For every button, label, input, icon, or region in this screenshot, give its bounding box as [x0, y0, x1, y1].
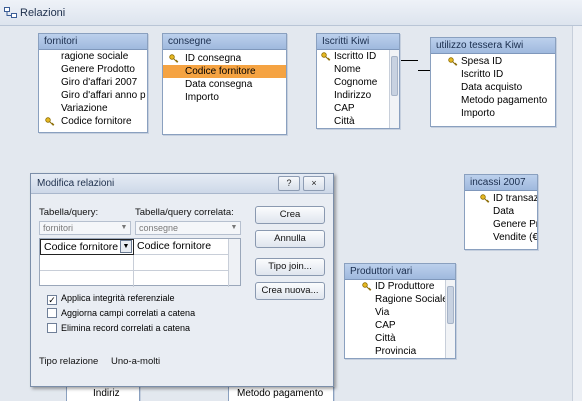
field-row[interactable]: Spesa ID [431, 55, 555, 68]
window-title-bar: Relazioni [0, 0, 582, 26]
key-icon [321, 52, 331, 61]
table-title[interactable]: utilizzo tessera Kiwi [431, 38, 555, 54]
field-row[interactable]: Città [345, 332, 455, 345]
related-table-query-select[interactable]: consegne ▼ [135, 221, 241, 235]
checkbox-checked-icon: ✓ [47, 295, 57, 305]
field-row[interactable]: Iscritto ID [431, 68, 555, 81]
field-row[interactable]: CAP [317, 102, 399, 115]
table-scrollbar[interactable] [445, 280, 455, 358]
field-row[interactable]: Vendite (€ [465, 231, 537, 244]
table-iscritti-kiwi[interactable]: Iscritti Kiwi Iscritto ID Nome Cognome I… [316, 33, 400, 129]
key-icon [169, 54, 179, 63]
field-row[interactable]: Importo [431, 107, 555, 120]
table-fornitori[interactable]: fornitori ragione sociale Genere Prodott… [38, 33, 148, 133]
field-row[interactable]: Importo [163, 91, 286, 104]
table-scrollbar[interactable] [389, 50, 399, 128]
table-title[interactable]: fornitori [39, 34, 147, 50]
relationship-type-value: Uno-a-molti [111, 356, 161, 367]
field-row[interactable]: ID Produttore [345, 280, 455, 293]
edit-relationships-dialog[interactable]: Modifica relazioni ? × Tabella/query: Ta… [30, 173, 334, 387]
chevron-down-icon[interactable]: ▼ [120, 240, 132, 253]
grid-scrollbar[interactable] [228, 239, 240, 285]
field-row[interactable]: Provincia [345, 345, 455, 358]
close-icon: × [311, 178, 317, 188]
empty-cell[interactable] [134, 255, 229, 271]
cascade-delete-checkbox[interactable]: Elimina record correlati a catena [47, 323, 190, 333]
table-title[interactable]: Iscritti Kiwi [317, 34, 399, 50]
checkbox-empty-icon [47, 323, 57, 333]
key-icon [362, 282, 372, 291]
right-field-cell[interactable]: Codice fornitore [134, 239, 229, 255]
table-partial-bottom-right[interactable]: Metodo pagamento [228, 386, 334, 401]
field-row[interactable]: Data acquisto [431, 81, 555, 94]
field-row[interactable]: Codice fornitore [39, 115, 147, 128]
chevron-down-icon: ▼ [230, 224, 238, 231]
field-row[interactable]: Genere Pr [465, 218, 537, 231]
table-consegne[interactable]: consegne ID consegna Codice fornitore Da… [162, 33, 287, 135]
field-row[interactable]: Indiriz [67, 387, 139, 400]
table-partial-bottom-left[interactable]: Indiriz [66, 386, 140, 401]
field-row[interactable]: Nome [317, 63, 399, 76]
table-title[interactable]: Produttori vari [345, 264, 455, 280]
cascade-update-checkbox[interactable]: Aggiorna campi correlati a catena [47, 308, 195, 318]
field-row[interactable]: Data consegna [163, 78, 286, 91]
table-produttori-vari[interactable]: Produttori vari ID Produttore Ragione So… [344, 263, 456, 359]
cancel-button[interactable]: Annulla [255, 230, 325, 248]
table-incassi-2007[interactable]: incassi 2007 ID transaz Data Genere Pr V… [464, 174, 538, 250]
field-row[interactable]: Genere Prodotto [39, 63, 147, 76]
field-mapping-grid[interactable]: Codice fornitore ▼ Codice fornitore [39, 238, 241, 287]
chevron-down-icon: ▼ [120, 224, 128, 231]
relationship-type-label: Tipo relazione [39, 356, 99, 367]
field-row[interactable]: CAP [345, 319, 455, 332]
window-title: Relazioni [20, 7, 66, 19]
key-icon [480, 194, 490, 203]
field-row[interactable]: Città [317, 115, 399, 128]
field-row[interactable]: Metodo pagamento [431, 94, 555, 107]
field-row[interactable]: Giro d'affari anno p [39, 89, 147, 102]
field-row[interactable]: Data [465, 205, 537, 218]
empty-cell[interactable] [40, 255, 134, 271]
table-utilizzo-tessera-kiwi[interactable]: utilizzo tessera Kiwi Spesa ID Iscritto … [430, 37, 556, 127]
field-row-selected[interactable]: Codice fornitore [163, 65, 286, 78]
empty-cell[interactable] [40, 271, 134, 287]
field-row[interactable]: Iscritto ID [317, 50, 399, 63]
field-row[interactable]: Cognome [317, 76, 399, 89]
empty-cell[interactable] [134, 271, 229, 287]
table-query-select[interactable]: fornitori ▼ [39, 221, 131, 235]
key-icon [45, 117, 55, 126]
relationships-icon [4, 7, 17, 18]
key-icon [448, 57, 458, 66]
field-row[interactable]: Variazione [39, 102, 147, 115]
field-row[interactable]: Ragione Sociale [345, 293, 455, 306]
related-table-query-label: Tabella/query correlata: [135, 207, 234, 218]
dialog-title: Modifica relazioni [37, 178, 115, 189]
field-row[interactable]: Indirizzo [317, 89, 399, 102]
help-button[interactable]: ? [278, 176, 300, 191]
create-button[interactable]: Crea [255, 206, 325, 224]
enforce-integrity-checkbox[interactable]: ✓ Applica integrità referenziale [47, 293, 175, 305]
field-row[interactable]: ragione sociale [39, 50, 147, 63]
create-new-button[interactable]: Crea nuova... [255, 282, 325, 300]
field-row[interactable]: ID transaz [465, 192, 537, 205]
canvas-scrollbar[interactable] [572, 26, 582, 401]
field-row[interactable]: Via [345, 306, 455, 319]
field-row[interactable]: ID consegna [163, 52, 286, 65]
join-type-button[interactable]: Tipo join... [255, 258, 325, 276]
close-button[interactable]: × [303, 176, 325, 191]
table-query-label: Tabella/query: [39, 207, 99, 218]
table-title[interactable]: consegne [163, 34, 286, 50]
checkbox-empty-icon [47, 308, 57, 318]
field-row[interactable]: Metodo pagamento [229, 387, 333, 400]
table-title[interactable]: incassi 2007 [465, 175, 537, 191]
field-row[interactable]: Giro d'affari 2007 [39, 76, 147, 89]
